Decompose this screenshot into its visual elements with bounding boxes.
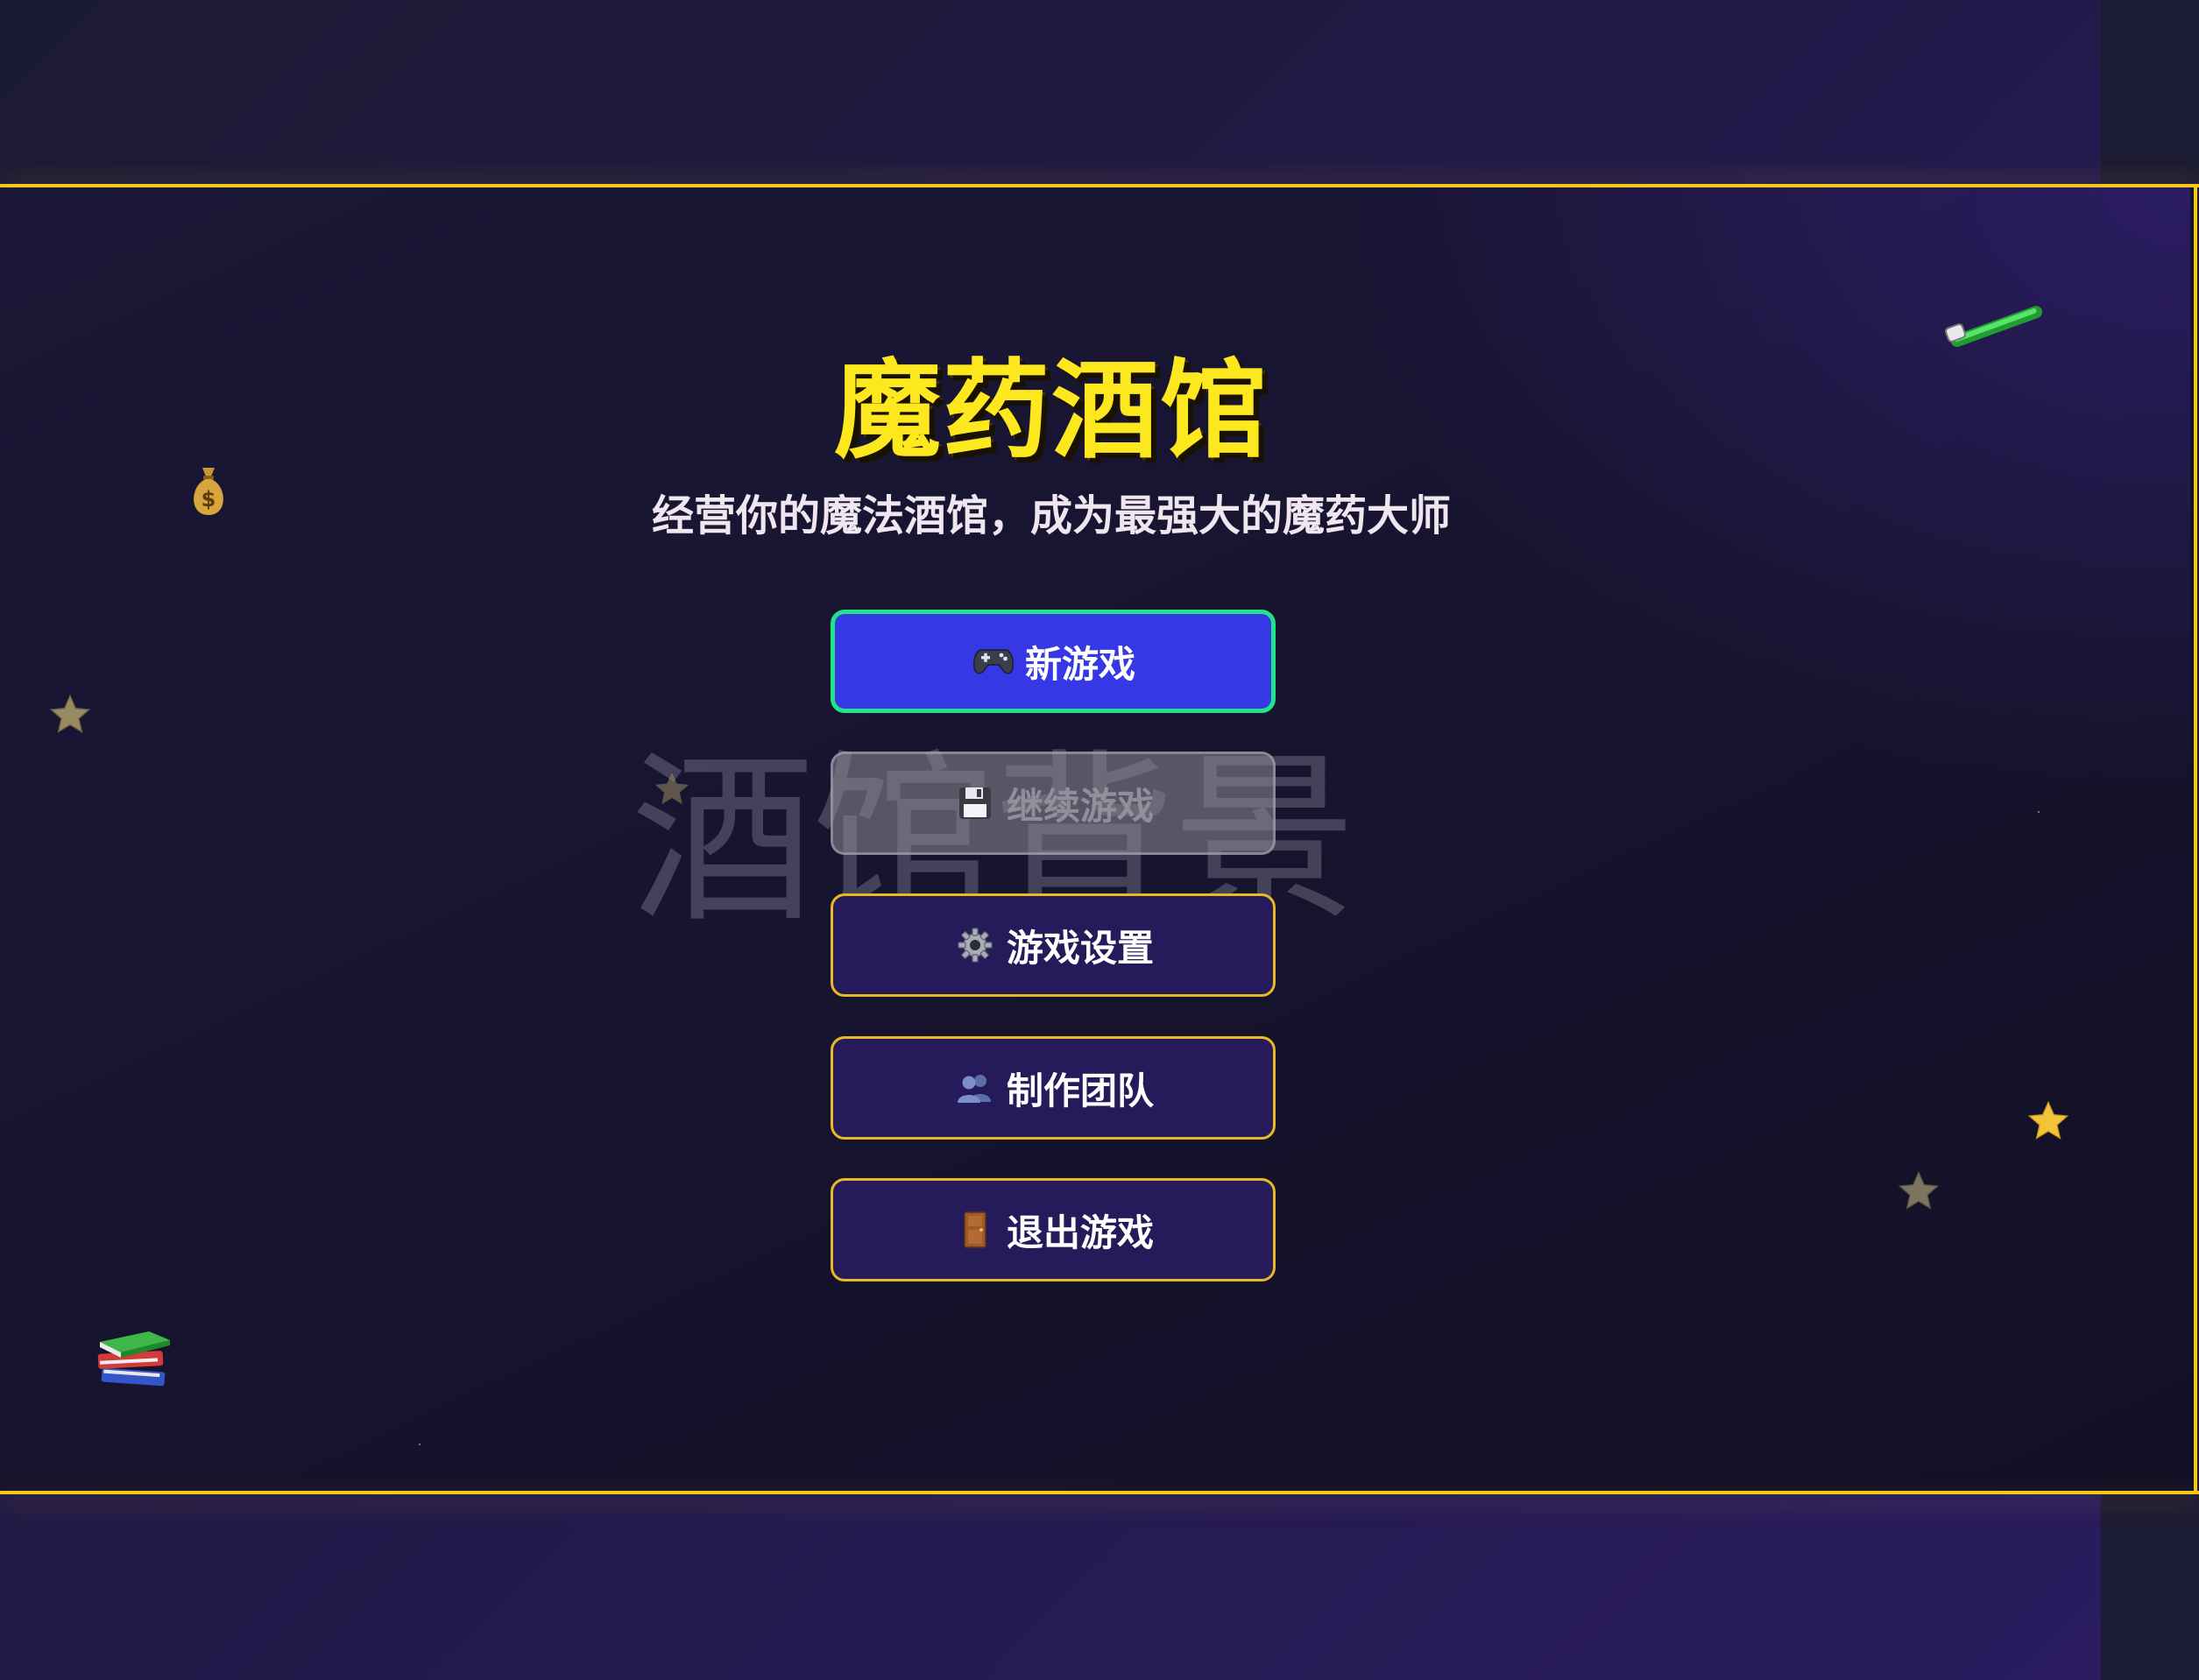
settings-label: 游戏设置 (1006, 926, 1154, 970)
game-subtitle: 经营你的魔法酒馆，成为最强大的魔药大师 (651, 491, 1451, 540)
new-game-label: 新游戏 (1024, 642, 1135, 686)
people-icon (952, 1065, 998, 1111)
gear-icon (952, 922, 998, 968)
credits-button[interactable]: 制作团队 (831, 1036, 1276, 1140)
floppy-disk-icon (952, 780, 998, 826)
settings-button[interactable]: 游戏设置 (831, 893, 1276, 997)
books-icon (97, 1331, 170, 1387)
continue-game-button[interactable]: 继续游戏 (831, 752, 1276, 855)
exit-button[interactable]: 退出游戏 (831, 1178, 1276, 1281)
game-title: 魔药酒馆 (834, 349, 1269, 473)
gamepad-icon (971, 639, 1016, 684)
star-icon (652, 769, 692, 809)
sparkle-dot (2038, 811, 2040, 813)
game-screen: 酒馆背景 $ 魔药酒馆 经营你的魔法酒馆，成为最强大的魔药大师 (0, 187, 2197, 1491)
exit-label: 退出游戏 (1006, 1211, 1154, 1254)
star-icon (2026, 1098, 2071, 1144)
sparkle-dot (419, 1444, 421, 1445)
door-icon (952, 1207, 998, 1253)
star-icon (47, 692, 93, 738)
star-icon (1896, 1168, 1941, 1214)
continue-game-label: 继续游戏 (1006, 784, 1154, 828)
bottom-gold-border (0, 1491, 2199, 1494)
new-game-button[interactable]: 新游戏 (831, 610, 1276, 713)
credits-label: 制作团队 (1006, 1069, 1154, 1112)
